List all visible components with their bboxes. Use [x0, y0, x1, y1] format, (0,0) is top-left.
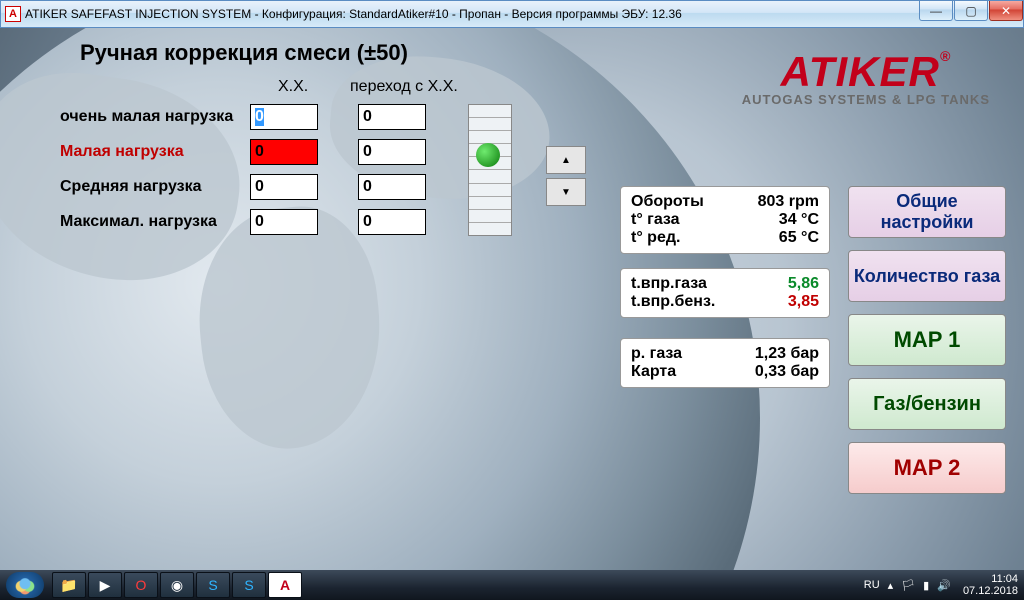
taskbar-opera-icon[interactable]: O [124, 572, 158, 598]
nav-general-settings[interactable]: Общие настройки [848, 186, 1006, 238]
input-very-low-xx[interactable] [250, 104, 318, 130]
pgas-label: р. газа [631, 345, 682, 363]
input-mid-xx[interactable] [250, 174, 318, 200]
tib-value: 3,85 [788, 293, 819, 311]
input-low-xx2-field[interactable] [363, 142, 421, 162]
spin-down-button[interactable]: ▼ [546, 178, 586, 206]
row-label-mid: Средняя нагрузка [60, 178, 202, 196]
rpm-value: 803 rpm [758, 193, 819, 211]
nav-map1[interactable]: MAP 1 [848, 314, 1006, 366]
panel-injection: t.впр.газа 5,86 t.впр.бенз. 3,85 [620, 268, 830, 318]
brand-reg: ® [940, 48, 951, 64]
app-icon: A [5, 6, 21, 22]
taskbar: 📁 ▶ O ◉ S S A RU ▴ 🏳 ▮ 🔊 11:04 07.12.201… [0, 570, 1024, 600]
tray-flag-icon[interactable]: 🏳 [901, 579, 915, 592]
tgas-label: t° газа [631, 211, 680, 229]
taskbar-media-icon[interactable]: ▶ [88, 572, 122, 598]
taskbar-explorer-icon[interactable]: 📁 [52, 572, 86, 598]
maximize-button[interactable]: ▢ [954, 1, 988, 21]
tib-label: t.впр.бенз. [631, 293, 715, 311]
tray-battery-icon[interactable]: ▮ [923, 579, 929, 592]
rpm-label: Обороты [631, 193, 704, 211]
tray-chevron-icon[interactable]: ▴ [888, 579, 894, 592]
spin-up-button[interactable]: ▲ [546, 146, 586, 174]
taskbar-time: 11:04 [963, 573, 1018, 585]
tray-volume-icon[interactable]: 🔊 [937, 579, 951, 592]
taskbar-atiker-icon[interactable]: A [268, 572, 302, 598]
input-max-xx-field[interactable] [255, 212, 313, 232]
taskbar-date: 07.12.2018 [963, 585, 1018, 597]
tig-value: 5,86 [788, 275, 819, 293]
taskbar-skype2-icon[interactable]: S [232, 572, 266, 598]
level-indicator [468, 104, 512, 236]
nav-gas-amount[interactable]: Количество газа [848, 250, 1006, 302]
tred-label: t° ред. [631, 229, 680, 247]
tred-value: 65 °C [779, 229, 819, 247]
map-value: 0,33 бар [755, 363, 819, 381]
window-title: ATIKER SAFEFAST INJECTION SYSTEM - Конфи… [25, 7, 1023, 21]
panel-engine: Обороты 803 rpm t° газа 34 °C t° ред. 65 °C [620, 186, 830, 254]
window-titlebar: A ATIKER SAFEFAST INJECTION SYSTEM - Кон… [0, 0, 1024, 28]
taskbar-skype1-icon[interactable]: S [196, 572, 230, 598]
column-header-from-xx: переход с Х.Х. [350, 78, 458, 96]
taskbar-clock[interactable]: 11:04 07.12.2018 [963, 573, 1018, 597]
taskbar-chrome-icon[interactable]: ◉ [160, 572, 194, 598]
input-very-low-xx2[interactable] [358, 104, 426, 130]
nav-gas-petrol[interactable]: Газ/бензин [848, 378, 1006, 430]
column-header-xx: Х.Х. [278, 78, 308, 96]
row-label-max: Максимал. нагрузка [60, 213, 217, 231]
input-low-xx-field[interactable] [255, 142, 313, 162]
input-low-xx2[interactable] [358, 139, 426, 165]
tig-label: t.впр.газа [631, 275, 707, 293]
pgas-value: 1,23 бар [755, 345, 819, 363]
input-max-xx[interactable] [250, 209, 318, 235]
input-mid-xx2-field[interactable] [363, 177, 421, 197]
input-mid-xx2[interactable] [358, 174, 426, 200]
system-tray: RU ▴ 🏳 ▮ 🔊 [864, 579, 951, 592]
brand-logo: ATIKER® AUTOGAS SYSTEMS & LPG TANKS [742, 48, 990, 107]
input-very-low-xx-field[interactable] [255, 107, 313, 127]
input-max-xx2[interactable] [358, 209, 426, 235]
tray-lang[interactable]: RU [864, 579, 880, 591]
close-button[interactable]: ✕ [989, 1, 1023, 21]
brand-subtitle: AUTOGAS SYSTEMS & LPG TANKS [742, 92, 990, 107]
input-low-xx[interactable] [250, 139, 318, 165]
client-area: Ручная коррекция смеси (±50) Х.Х. перехо… [0, 28, 1024, 570]
nav-map2[interactable]: MAP 2 [848, 442, 1006, 494]
row-label-low: Малая нагрузка [60, 143, 184, 161]
map-label: Карта [631, 363, 676, 381]
input-very-low-xx2-field[interactable] [363, 107, 421, 127]
input-mid-xx-field[interactable] [255, 177, 313, 197]
input-max-xx2-field[interactable] [363, 212, 421, 232]
tgas-value: 34 °C [779, 211, 819, 229]
row-label-very-low: очень малая нагрузка [60, 108, 233, 126]
start-button[interactable] [6, 572, 44, 598]
page-title: Ручная коррекция смеси (±50) [80, 40, 408, 66]
panel-pressure: р. газа 1,23 бар Карта 0,33 бар [620, 338, 830, 388]
minimize-button[interactable]: — [919, 1, 953, 21]
brand-name: ATIKER [781, 48, 940, 95]
level-knob[interactable] [476, 143, 500, 167]
